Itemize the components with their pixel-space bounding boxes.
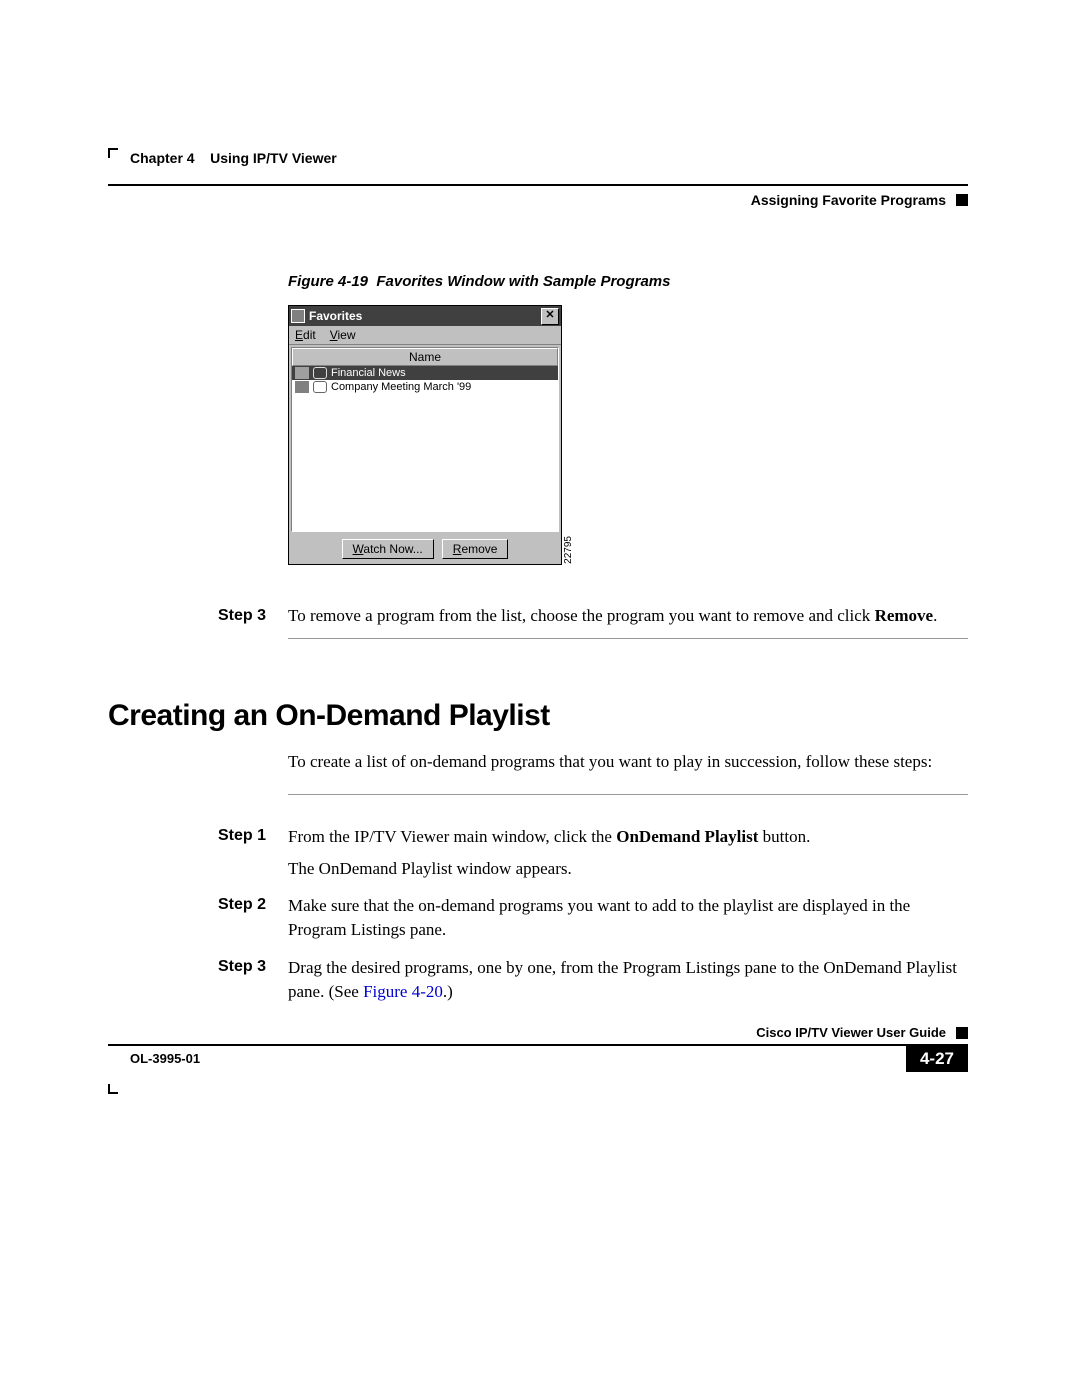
step-text-frag: From the IP/TV Viewer main window, click… (288, 827, 616, 846)
figure-caption: Figure 4-19 Favorites Window with Sample… (288, 273, 968, 290)
step-block-top: Step 3 To remove a program from the list… (218, 605, 968, 628)
watch-now-button[interactable]: Watch Now... (342, 539, 434, 559)
footer-guide-line: Cisco IP/TV Viewer User Guide (108, 1025, 968, 1040)
step-text-a: To remove a program from the list, choos… (288, 606, 875, 625)
button-bar: Watch Now... Remove (289, 534, 561, 564)
section-divider (288, 638, 968, 639)
step-text: Make sure that the on-demand programs yo… (288, 894, 968, 942)
window-title: Favorites (309, 309, 362, 323)
footer-rule (108, 1044, 968, 1046)
app-icon (291, 309, 305, 323)
step-label: Step 3 (218, 605, 288, 628)
section-title: Assigning Favorite Programs (751, 192, 946, 208)
step-text: To remove a program from the list, choos… (288, 605, 968, 628)
step-text-c: . (933, 606, 937, 625)
close-button[interactable]: ✕ (541, 308, 559, 325)
running-header: Chapter 4 Using IP/TV Viewer (108, 150, 968, 166)
footer-bottom: OL-3995-01 4-27 (108, 1051, 968, 1072)
figure-title: Favorites Window with Sample Programs (376, 273, 670, 290)
favorites-window: Favorites ✕ Edit View Name Financial New… (288, 305, 562, 565)
heading-ondemand: Creating an On-Demand Playlist (108, 699, 968, 733)
titlebar: Favorites ✕ (289, 306, 561, 326)
header-rule (108, 184, 968, 186)
list-area: Name Financial News Company Meeting Marc… (291, 347, 559, 532)
step-row: Step 3 Drag the desired programs, one by… (218, 956, 968, 1004)
page-content: Chapter 4 Using IP/TV Viewer Assigning F… (108, 150, 968, 1018)
steps-list: Step 1 From the IP/TV Viewer main window… (218, 825, 968, 1004)
list-item[interactable]: Company Meeting March '99 (292, 380, 558, 394)
figure-xref-link[interactable]: Figure 4-20 (363, 982, 443, 1001)
video-icon (295, 367, 309, 379)
list-item[interactable]: Financial News (292, 366, 558, 380)
menu-view[interactable]: View (330, 328, 356, 342)
guide-title: Cisco IP/TV Viewer User Guide (756, 1025, 946, 1040)
chapter-info: Chapter 4 Using IP/TV Viewer (130, 150, 337, 166)
step-text: From the IP/TV Viewer main window, click… (288, 825, 968, 881)
chapter-number: Chapter 4 (130, 150, 195, 166)
step-text-bold: Remove (875, 606, 934, 625)
intro-paragraph: To create a list of on-demand programs t… (288, 751, 968, 774)
list-item-label: Company Meeting March '99 (331, 381, 471, 393)
step-text: Drag the desired programs, one by one, f… (288, 956, 968, 1004)
menubar: Edit View (289, 326, 561, 345)
figure-code: 22795 (563, 536, 574, 564)
chapter-title: Using IP/TV Viewer (210, 150, 337, 166)
step-text-frag: button. (758, 827, 810, 846)
section-header: Assigning Favorite Programs (108, 192, 968, 208)
tag-icon (313, 367, 327, 379)
step-label: Step 3 (218, 956, 288, 1004)
list-item-label: Financial News (331, 367, 406, 379)
step-text-bold: OnDemand Playlist (616, 827, 758, 846)
section-marker-icon (956, 194, 968, 206)
step-row: Step 2 Make sure that the on-demand prog… (218, 894, 968, 942)
page-number: 4-27 (906, 1046, 968, 1072)
step-row: Step 1 From the IP/TV Viewer main window… (218, 825, 968, 881)
step-row: Step 3 To remove a program from the list… (218, 605, 968, 628)
menu-edit[interactable]: Edit (295, 328, 316, 342)
footer-marker-icon (956, 1027, 968, 1039)
audio-icon (295, 381, 309, 393)
figure-number: Figure 4-19 (288, 273, 368, 290)
remove-button[interactable]: Remove (442, 539, 509, 559)
titlebar-left: Favorites (291, 309, 362, 323)
crop-mark-bl (108, 1084, 118, 1094)
step-text-frag: Make sure that the on-demand programs yo… (288, 896, 910, 939)
step-sub: The OnDemand Playlist window appears. (288, 857, 968, 881)
step-text-frag: .) (443, 982, 453, 1001)
page-footer: Cisco IP/TV Viewer User Guide OL-3995-01… (108, 1025, 968, 1072)
steps-divider (288, 794, 968, 795)
column-header-name[interactable]: Name (292, 348, 558, 366)
tag-icon (313, 381, 327, 393)
step-label: Step 2 (218, 894, 288, 942)
step-label: Step 1 (218, 825, 288, 881)
doc-id: OL-3995-01 (108, 1051, 200, 1066)
